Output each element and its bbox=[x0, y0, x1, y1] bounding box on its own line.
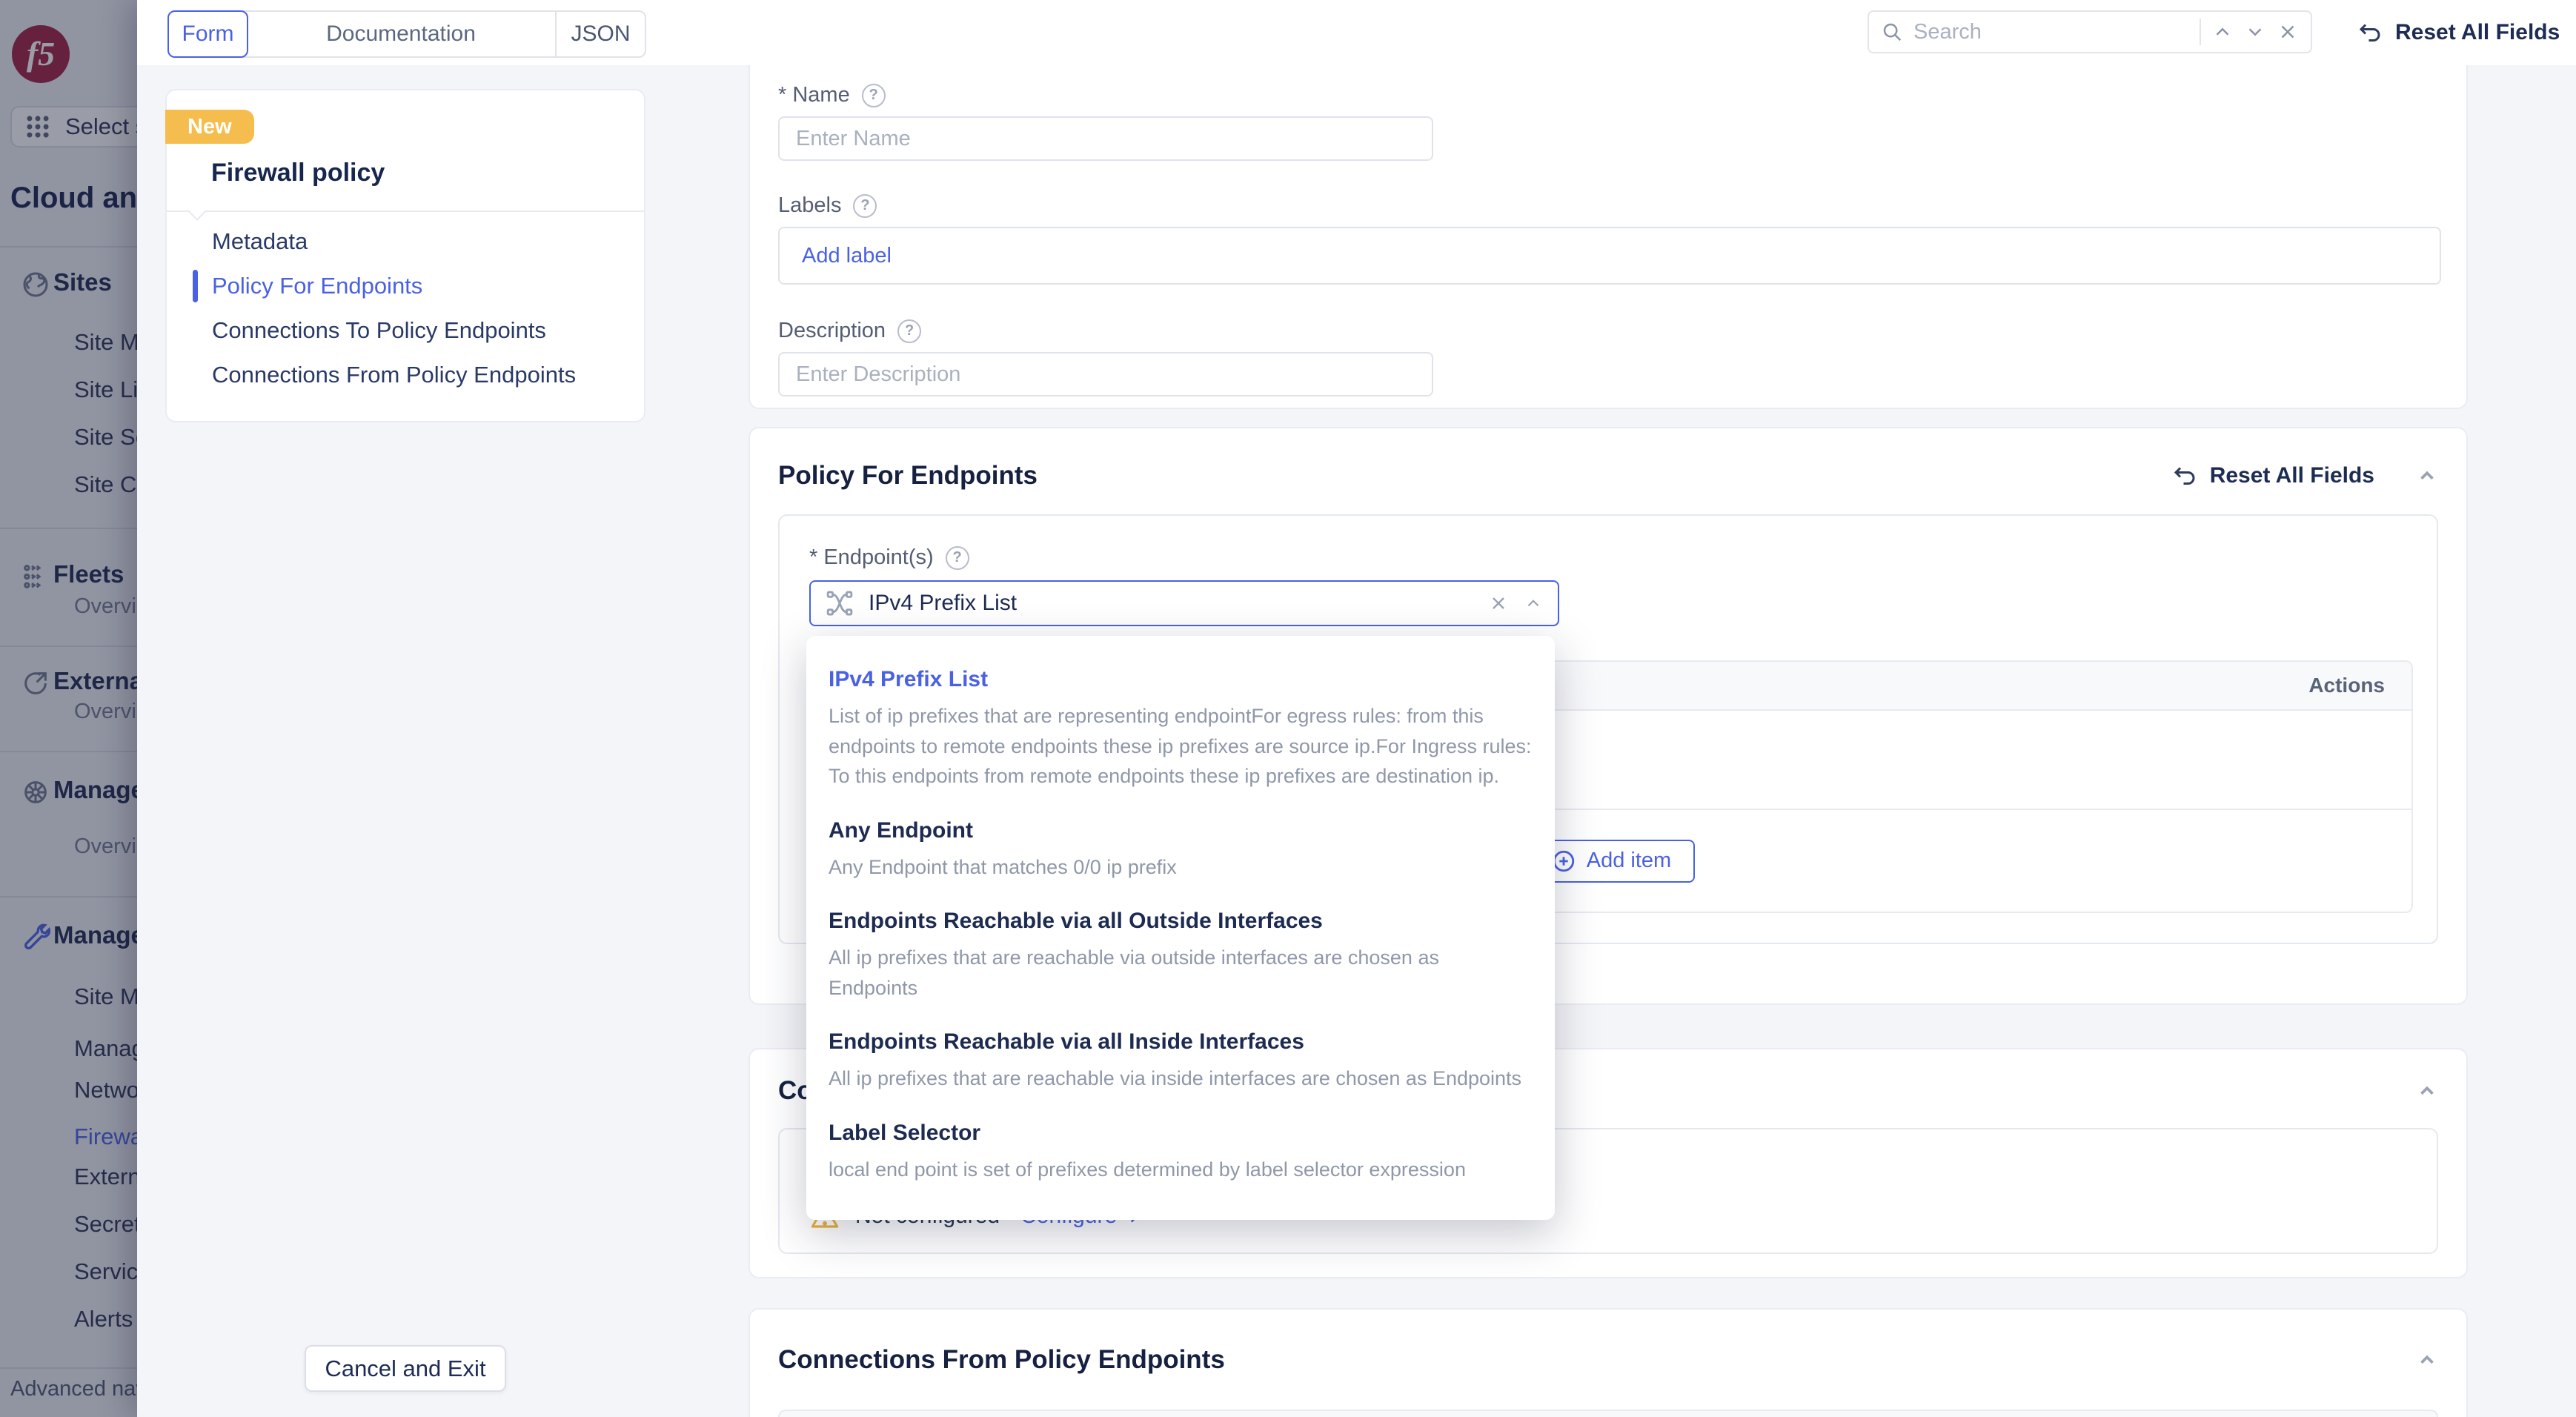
chevron-up-icon[interactable] bbox=[1524, 594, 1543, 613]
add-label-button[interactable]: Add label bbox=[802, 244, 892, 268]
labels-label-row: Labels ? bbox=[778, 193, 2438, 218]
chevron-up-icon[interactable] bbox=[2211, 21, 2234, 43]
labels-label: Labels bbox=[778, 193, 841, 218]
section-reset-button[interactable]: Reset All Fields bbox=[2171, 462, 2374, 489]
divider bbox=[167, 210, 644, 212]
description-label: Description bbox=[778, 319, 886, 343]
view-tabs: Form Documentation JSON bbox=[167, 10, 646, 58]
modal-topbar: Form Documentation JSON Reset All Fields bbox=[137, 0, 2576, 65]
divider bbox=[2200, 19, 2201, 45]
endpoint-label-row: * Endpoint(s) ? bbox=[809, 545, 2407, 570]
collapse-caret-icon[interactable] bbox=[2416, 1349, 2438, 1371]
search-box bbox=[1868, 10, 2312, 53]
dropdown-option-inside-interfaces[interactable]: Endpoints Reachable via all Inside Inter… bbox=[829, 1016, 1533, 1107]
help-icon[interactable]: ? bbox=[946, 546, 969, 570]
notch-pointer bbox=[187, 202, 206, 220]
reset-icon bbox=[2171, 462, 2198, 489]
help-icon[interactable]: ? bbox=[897, 319, 921, 343]
section-header: Policy For Endpoints Reset All Fields bbox=[778, 461, 2438, 491]
actions-column-header: Actions bbox=[2308, 674, 2385, 697]
section-title: Policy For Endpoints bbox=[778, 461, 1038, 491]
tab-json[interactable]: JSON bbox=[555, 12, 645, 56]
one-of-icon bbox=[826, 589, 854, 617]
description-input[interactable] bbox=[778, 352, 1433, 396]
endpoint-select-value: IPv4 Prefix List bbox=[869, 591, 1473, 616]
clear-selection-icon[interactable] bbox=[1488, 593, 1509, 614]
chevron-down-icon[interactable] bbox=[2244, 21, 2266, 43]
dropdown-option-label-selector[interactable]: Label Selector local end point is set of… bbox=[829, 1107, 1533, 1198]
dropdown-option-ipv4-prefix-list[interactable]: IPv4 Prefix List List of ip prefixes tha… bbox=[829, 654, 1533, 805]
search-icon bbox=[1881, 21, 1903, 43]
step-policy-for-endpoints[interactable]: Policy For Endpoints bbox=[167, 264, 644, 308]
description-label-row: Description ? bbox=[778, 319, 2438, 343]
close-icon[interactable] bbox=[2277, 21, 2299, 43]
labels-box: Add label bbox=[778, 227, 2441, 285]
dropdown-option-outside-interfaces[interactable]: Endpoints Reachable via all Outside Inte… bbox=[829, 895, 1533, 1016]
help-icon[interactable]: ? bbox=[853, 194, 877, 218]
endpoint-dropdown: IPv4 Prefix List List of ip prefixes tha… bbox=[806, 636, 1555, 1220]
reset-all-fields-button[interactable]: Reset All Fields bbox=[2357, 0, 2560, 65]
reset-icon bbox=[2357, 19, 2383, 46]
wizard-steps: Metadata Policy For Endpoints Connection… bbox=[167, 219, 644, 397]
help-icon[interactable]: ? bbox=[862, 84, 886, 107]
wizard-title: Firewall policy bbox=[211, 159, 385, 188]
section-header: Connections From Policy Endpoints bbox=[778, 1345, 2438, 1375]
section-title: Connections From Policy Endpoints bbox=[778, 1345, 1225, 1375]
tab-form[interactable]: Form bbox=[167, 10, 248, 58]
egress-inner-box-top bbox=[778, 1410, 2438, 1417]
dropdown-option-any-endpoint[interactable]: Any Endpoint Any Endpoint that matches 0… bbox=[829, 805, 1533, 896]
endpoint-label: * Endpoint(s) bbox=[809, 545, 934, 570]
firewall-policy-modal: Form Documentation JSON Reset All Fields… bbox=[137, 0, 2576, 1417]
endpoint-select[interactable]: IPv4 Prefix List bbox=[809, 580, 1559, 626]
connections-from-card: Connections From Policy Endpoints bbox=[748, 1308, 2468, 1417]
name-label-row: * Name ? bbox=[778, 83, 2438, 107]
collapse-caret-icon[interactable] bbox=[2416, 465, 2438, 487]
cancel-and-exit-button[interactable]: Cancel and Exit bbox=[305, 1345, 506, 1392]
name-input[interactable] bbox=[778, 116, 1433, 161]
search-input[interactable] bbox=[1913, 20, 2189, 44]
metadata-card: * Name ? Labels ? Add label Description … bbox=[748, 65, 2468, 409]
tab-documentation[interactable]: Documentation bbox=[247, 12, 555, 56]
wizard-nav-card: New Firewall policy Metadata Policy For … bbox=[165, 89, 645, 422]
new-badge: New bbox=[165, 110, 254, 144]
step-connections-from[interactable]: Connections From Policy Endpoints bbox=[167, 353, 644, 397]
collapse-caret-icon[interactable] bbox=[2416, 1080, 2438, 1102]
step-connections-to[interactable]: Connections To Policy Endpoints bbox=[167, 308, 644, 353]
step-metadata[interactable]: Metadata bbox=[167, 219, 644, 264]
name-label: * Name bbox=[778, 83, 850, 107]
